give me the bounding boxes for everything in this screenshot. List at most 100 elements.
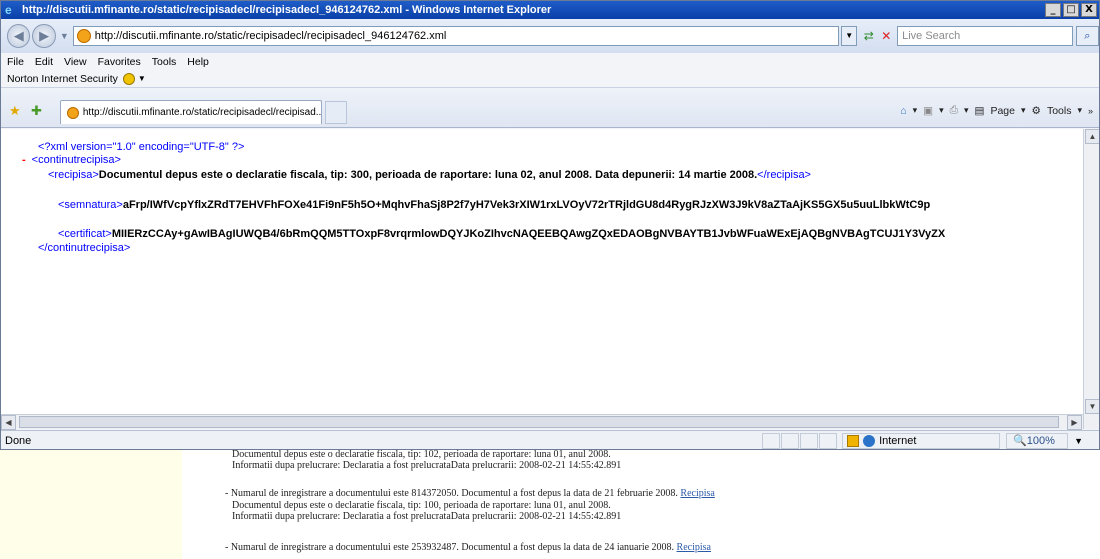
new-tab-button[interactable] <box>325 101 347 124</box>
xml-root-close: </continutrecipisa> <box>38 242 130 254</box>
tab-current[interactable]: http://discutii.mfinante.ro/static/recip… <box>60 100 322 124</box>
zoom-dropdown-icon[interactable]: ▼ <box>1074 436 1083 446</box>
xml-semnatura: <semnatura>aFrp/IWfVcpYflxZRdT7EHVFhFOXe… <box>58 199 930 211</box>
bg-line-6-text: - Numarul de inregistrare a documentului… <box>225 542 675 553</box>
recipisa-link[interactable]: Recipisa <box>680 488 714 499</box>
forward-button[interactable]: ▶ <box>32 24 56 48</box>
minimize-button[interactable]: _ <box>1045 3 1061 17</box>
background-sidebar <box>0 450 182 559</box>
status-bar: Done Internet 🔍100% ▼ <box>1 430 1099 449</box>
bg-line-3-text: - Numarul de inregistrare a documentului… <box>225 488 678 499</box>
page-menu[interactable]: Page <box>990 105 1015 117</box>
refresh-icon[interactable]: ⇄ <box>860 26 878 46</box>
bg-line-3: - Numarul de inregistrare a documentului… <box>225 488 715 499</box>
norton-icon[interactable] <box>122 72 135 85</box>
address-bar[interactable]: http://discutii.mfinante.ro/static/recip… <box>72 26 840 46</box>
feeds-icon[interactable]: ▣ <box>923 105 933 117</box>
tools-gear-icon: ⚙ <box>1031 104 1041 117</box>
search-input[interactable]: Live Search <box>897 26 1073 46</box>
status-segment <box>800 432 819 449</box>
xml-declaration-text: <?xml version="1.0" encoding="UTF-8" ?> <box>38 141 245 153</box>
menu-tools[interactable]: Tools <box>152 56 177 68</box>
status-segment <box>762 432 781 449</box>
xml-content: <?xml version="1.0" encoding="UTF-8" ?> … <box>1 129 1083 414</box>
root-open-tag: <continutrecipisa> <box>31 154 121 166</box>
maximize-button[interactable]: □ <box>1063 3 1079 17</box>
add-favorites-icon[interactable]: ✚ <box>31 103 42 119</box>
home-dropdown-icon[interactable]: ▾ <box>913 105 918 116</box>
status-text: Done <box>5 434 32 447</box>
internet-zone-icon <box>863 434 876 447</box>
stop-icon[interactable]: ✕ <box>878 26 896 46</box>
page-dropdown-icon[interactable]: ▾ <box>1021 105 1026 116</box>
favorites-star-icon[interactable]: ★ <box>9 103 21 119</box>
menu-edit[interactable]: Edit <box>35 56 53 68</box>
xml-root-open[interactable]: - <continutrecipisa> <box>22 154 121 166</box>
scroll-right-arrow-icon[interactable]: ▶ <box>1067 415 1082 430</box>
address-url: http://discutii.mfinante.ro/static/recip… <box>94 30 447 42</box>
vertical-scrollbar[interactable]: ▲ ▼ <box>1083 129 1099 429</box>
menu-view[interactable]: View <box>64 56 87 68</box>
zoom-value: 100% <box>1026 434 1055 447</box>
menu-help[interactable]: Help <box>187 56 209 68</box>
horizontal-scroll-thumb[interactable] <box>19 416 1059 428</box>
scroll-down-arrow-icon[interactable]: ▼ <box>1085 399 1099 414</box>
page-icon <box>76 29 91 43</box>
norton-toolbar: Norton Internet Security ▼ <box>1 70 1099 88</box>
status-segment <box>781 432 800 449</box>
security-zone[interactable]: Internet <box>842 432 1001 449</box>
recipisa-open-tag: <recipisa> <box>48 169 99 181</box>
address-row: ◀ ▶ ▼ http://discutii.mfinante.ro/static… <box>1 19 1099 53</box>
window-controls: _ □ X <box>1045 3 1097 17</box>
address-dropdown-button[interactable]: ▼ <box>841 26 858 46</box>
tab-title: http://discutii.mfinante.ro/static/recip… <box>82 107 321 118</box>
background-page: Documentul depus este o declaratie fisca… <box>0 450 1100 559</box>
back-button[interactable]: ◀ <box>7 24 31 48</box>
command-bar: ⌂ ▾ ▣ ▾ ⎙ ▾ ▤ Page ▾ ⚙ Tools ▾ » <box>900 104 1093 117</box>
tools-menu[interactable]: Tools <box>1047 105 1072 117</box>
certificat-open-tag: <certificat> <box>58 228 112 240</box>
tools-dropdown-icon[interactable]: ▾ <box>1077 105 1082 116</box>
horizontal-scrollbar[interactable]: ◀ ▶ <box>1 414 1083 430</box>
window-title: http://discutii.mfinante.ro/static/recip… <box>22 4 552 16</box>
norton-label: Norton Internet Security <box>7 72 118 85</box>
toolbar-overflow-icon[interactable]: » <box>1088 106 1093 116</box>
semnatura-open-tag: <semnatura> <box>58 199 123 211</box>
bg-line-5: Informatii dupa prelucrare: Declaratia a… <box>232 511 622 522</box>
menu-bar: File Edit View Favorites Tools Help <box>1 53 1099 70</box>
xml-declaration: <?xml version="1.0" encoding="UTF-8" ?> <box>38 141 244 153</box>
protected-mode-icon <box>847 434 860 447</box>
scroll-up-arrow-icon[interactable]: ▲ <box>1085 129 1099 144</box>
bg-line-4: Documentul depus este o declaratie fisca… <box>232 500 611 511</box>
tab-row: ★ ✚ http://discutii.mfinante.ro/static/r… <box>1 88 1099 128</box>
zone-label: Internet <box>879 434 917 447</box>
search-button[interactable]: ⌕ <box>1075 26 1099 46</box>
page-icon-cmd: ▤ <box>974 104 985 117</box>
recipisa-close-tag: </recipisa> <box>757 169 811 181</box>
internet-explorer-icon: e <box>5 2 12 17</box>
menu-favorites[interactable]: Favorites <box>98 56 141 68</box>
scroll-left-arrow-icon[interactable]: ◀ <box>1 415 16 430</box>
menu-file[interactable]: File <box>7 56 24 68</box>
zoom-icon: 🔍 <box>1013 434 1027 447</box>
root-close-tag: </continutrecipisa> <box>38 242 131 254</box>
norton-dropdown-icon[interactable]: ▼ <box>138 74 146 83</box>
close-button[interactable]: X <box>1081 3 1097 17</box>
certificat-text: MIIERzCCAy+gAwIBAgIUWQB4/6bRmQQM5TTOxpF8… <box>111 228 946 240</box>
bg-line-2: Informatii dupa prelucrare: Declaratia a… <box>232 460 622 471</box>
print-icon[interactable]: ⎙ <box>950 104 958 117</box>
home-icon[interactable]: ⌂ <box>900 105 906 117</box>
tab-page-icon <box>67 106 79 119</box>
bg-line-1: Documentul depus este o declaratie fisca… <box>232 450 611 460</box>
bg-line-6: - Numarul de inregistrare a documentului… <box>225 542 711 553</box>
recipisa-link[interactable]: Recipisa <box>677 542 711 553</box>
history-dropdown-icon[interactable]: ▼ <box>60 31 69 41</box>
xml-recipisa: <recipisa>Documentul depus este o declar… <box>48 169 811 181</box>
xml-certificat: <certificat>MIIERzCCAy+gAwIBAgIUWQB4/6bR… <box>58 228 945 240</box>
collapse-icon[interactable]: - <box>22 154 26 166</box>
print-dropdown-icon[interactable]: ▾ <box>964 105 969 116</box>
feeds-dropdown-icon[interactable]: ▾ <box>939 105 944 116</box>
status-segment <box>819 432 838 449</box>
semnatura-text: aFrp/IWfVcpYflxZRdT7EHVFhFOXe41Fi9nF5h5O… <box>122 199 931 211</box>
zoom-level[interactable]: 🔍100% <box>1006 432 1069 449</box>
